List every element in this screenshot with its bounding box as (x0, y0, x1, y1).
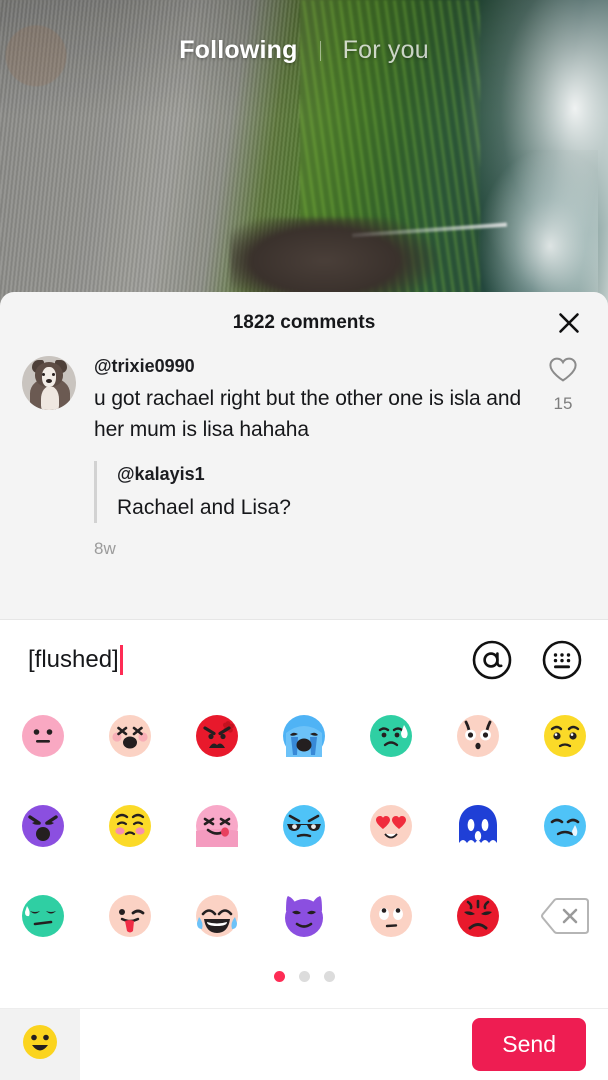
emoji-unamused-sweat-face[interactable] (14, 893, 72, 939)
emoji-furious-face[interactable] (449, 893, 507, 939)
comment-body: @trixie0990 u got rachael right but the … (76, 354, 536, 559)
comments-sheet: 1822 comments @trixie0990 u got rachael … (0, 292, 608, 620)
emoji-loudly-crying-face[interactable] (275, 713, 333, 759)
bottom-bar-spacer (80, 1008, 473, 1080)
emoji-rage-face[interactable] (14, 803, 72, 849)
close-icon[interactable] (552, 306, 586, 340)
emoji-sad-pleading-face[interactable] (101, 803, 159, 849)
emoji-pleading-face[interactable] (536, 713, 594, 759)
page-dot-3[interactable] (323, 971, 335, 982)
quoted-reply-text: Rachael and Lisa? (117, 496, 291, 519)
emoji-winking-tongue-face[interactable] (101, 893, 159, 939)
keyboard-icon[interactable] (540, 638, 584, 682)
quoted-reply-username[interactable]: @kalayis1 (117, 461, 530, 487)
comment-text: u got rachael right but the other one is… (94, 387, 522, 441)
emoji-weary-crying-face[interactable] (101, 713, 159, 759)
emoji-heart-eyes-face[interactable] (362, 803, 420, 849)
emoji-grid (0, 699, 608, 939)
emoji-neutral-face[interactable] (14, 713, 72, 759)
text-caret (119, 645, 123, 675)
emoji-tab-button[interactable] (0, 1008, 80, 1080)
backspace-key[interactable] (536, 893, 594, 939)
comment-timestamp: 8w (94, 539, 116, 558)
comment-item[interactable]: @trixie0990 u got rachael right but the … (0, 354, 608, 559)
tiktok-comments-screen: Following For you 1822 comments @trixie0… (0, 0, 608, 1080)
emoji-page-dots (0, 971, 608, 982)
emoji-silly-tongue-face[interactable] (188, 803, 246, 849)
emoji-angry-face[interactable] (188, 713, 246, 759)
emoji-crying-face[interactable] (536, 803, 594, 849)
emoji-anxious-sweat-face[interactable] (362, 713, 420, 759)
tab-for-you[interactable]: For you (321, 36, 451, 65)
smiley-icon (21, 1023, 59, 1066)
comments-count-title: 1822 comments (232, 312, 376, 333)
emoji-screaming-face[interactable] (449, 803, 507, 849)
comment-input-row: [flushed] (0, 621, 608, 699)
emoji-cool-sunglasses-face[interactable] (275, 803, 333, 849)
bottom-bar: Send (0, 1008, 608, 1080)
emoji-keyboard-panel: [flushed] (0, 621, 608, 1006)
tab-following[interactable]: Following (157, 36, 319, 65)
like-count: 15 (553, 394, 573, 413)
emoji-joy-laughing-face[interactable] (188, 893, 246, 939)
at-sign-icon[interactable] (470, 638, 514, 682)
page-dot-1[interactable] (273, 971, 285, 982)
page-dot-2[interactable] (298, 971, 310, 982)
emoji-devil-face[interactable] (275, 893, 333, 939)
emoji-flushed-face[interactable] (449, 713, 507, 759)
send-button[interactable]: Send (472, 1018, 586, 1071)
emoji-eye-roll-face[interactable] (362, 893, 420, 939)
sky-highlight-secondary (478, 150, 598, 310)
heart-icon (548, 356, 578, 388)
comment-username[interactable]: @trixie0990 (94, 354, 530, 378)
like-button[interactable]: 15 (536, 354, 590, 559)
comment-input-value: [flushed] (28, 646, 119, 673)
comment-input[interactable]: [flushed] (28, 645, 470, 675)
quoted-reply[interactable]: @kalayis1 Rachael and Lisa? (94, 461, 530, 523)
comments-header: 1822 comments (0, 292, 608, 354)
feed-tabs: Following For you (0, 36, 608, 65)
input-actions (470, 638, 584, 682)
avatar[interactable] (22, 356, 76, 410)
